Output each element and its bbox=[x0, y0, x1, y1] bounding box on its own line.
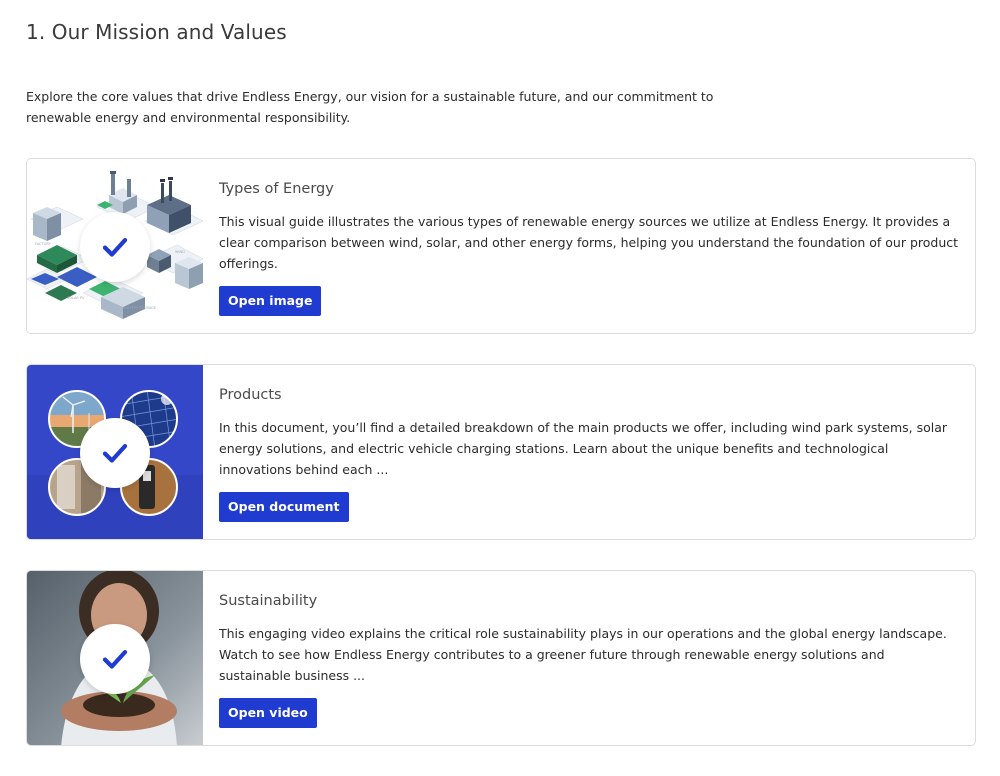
check-icon bbox=[102, 444, 128, 463]
check-icon bbox=[102, 650, 128, 669]
completed-badge bbox=[80, 212, 150, 282]
content-card-types-of-energy: FACTORY SOLAR PV BATTERY STORAGE WIND Ty… bbox=[26, 158, 976, 334]
card-description: This visual guide illustrates the variou… bbox=[219, 214, 959, 271]
svg-text:SOLAR PV: SOLAR PV bbox=[67, 296, 85, 300]
check-icon bbox=[102, 238, 128, 257]
completed-badge bbox=[80, 418, 150, 488]
card-description: In this document, you’ll find a detailed… bbox=[219, 420, 948, 477]
card-description: This engaging video explains the critica… bbox=[219, 626, 947, 683]
card-title: Types of Energy bbox=[219, 181, 334, 197]
page-title: 1. Our Mission and Values bbox=[26, 20, 287, 44]
card-title: Sustainability bbox=[219, 593, 318, 609]
energy-types-thumbnail[interactable]: FACTORY SOLAR PV BATTERY STORAGE WIND bbox=[27, 159, 203, 333]
content-card-products: Products In this document, you’ll find a… bbox=[26, 364, 976, 540]
open-image-button[interactable]: Open image bbox=[219, 286, 322, 316]
content-card-sustainability: Sustainability This engaging video expla… bbox=[26, 570, 976, 746]
svg-text:BATTERY STORAGE: BATTERY STORAGE bbox=[123, 306, 156, 310]
svg-text:FACTORY: FACTORY bbox=[35, 242, 52, 246]
svg-text:WIND: WIND bbox=[175, 250, 185, 254]
sustainability-thumbnail[interactable] bbox=[27, 571, 203, 745]
card-title: Products bbox=[219, 387, 282, 403]
open-document-button[interactable]: Open document bbox=[219, 492, 349, 522]
page-intro: Explore the core values that drive Endle… bbox=[26, 89, 714, 125]
open-video-button[interactable]: Open video bbox=[219, 698, 317, 728]
completed-badge bbox=[80, 624, 150, 694]
products-thumbnail[interactable] bbox=[27, 365, 203, 539]
